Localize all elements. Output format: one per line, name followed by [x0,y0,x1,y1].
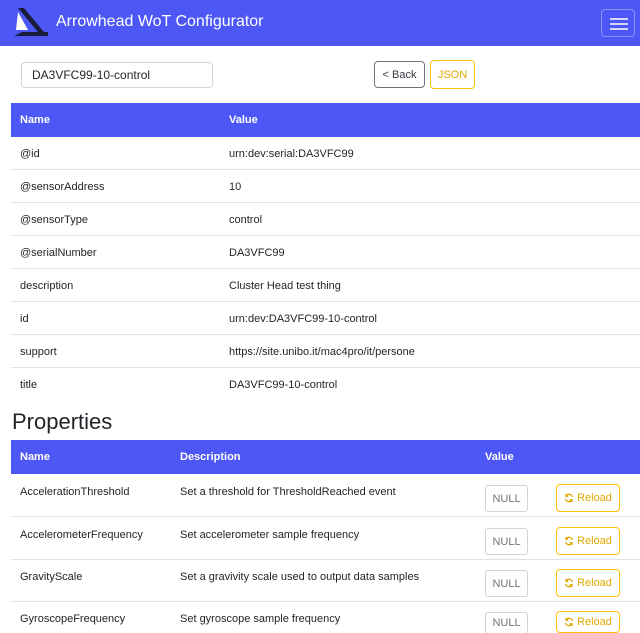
navbar: Arrowhead WoT Configurator [0,0,640,46]
property-row: GravityScale Set a gravivity scale used … [11,559,640,602]
property-row: AccelerometerFrequency Set accelerometer… [11,517,640,560]
header-name: Name [20,451,50,463]
properties-table-header: Name Description Value [11,440,640,474]
header-value: Value [229,114,258,126]
refresh-icon [564,578,574,588]
cell-value: DA3VFC99-10-control [229,379,338,391]
cell-name: @id [20,148,40,160]
reload-button[interactable]: Reload [556,569,620,597]
cell-name: description [20,280,74,292]
cell-value: urn:dev:serial:DA3VFC99 [229,148,354,160]
property-description: Set a threshold for ThresholdReached eve… [180,486,396,498]
property-value-input[interactable] [485,528,528,555]
reload-label: Reload [577,492,612,504]
property-name: GravityScale [20,571,83,583]
reload-button[interactable]: Reload [556,527,620,555]
refresh-icon [564,493,574,503]
property-description: Set a gravivity scale used to output dat… [180,571,420,583]
property-row: GyroscopeFrequency Set gyroscope sample … [11,601,640,633]
cell-value: urn:dev:DA3VFC99-10-control [229,313,377,325]
table-row: @sensorType control [11,203,640,236]
table-row: id urn:dev:DA3VFC99-10-control [11,302,640,335]
table-row: description Cluster Head test thing [11,269,640,302]
reload-label: Reload [577,535,612,547]
reload-label: Reload [577,616,612,628]
header-name: Name [20,114,50,126]
property-description: Set gyroscope sample frequency [180,613,341,625]
property-name: GyroscopeFrequency [20,613,126,625]
cell-name: @sensorType [20,214,89,226]
refresh-icon [564,536,574,546]
back-button[interactable]: < Back [374,61,425,88]
cell-value: DA3VFC99 [229,247,285,259]
arrowhead-logo-icon[interactable] [14,8,48,38]
cell-value: 10 [229,181,242,193]
cell-name: title [20,379,38,391]
property-value-input[interactable] [485,612,528,633]
table-row: title DA3VFC99-10-control [11,368,640,401]
table-row: @id urn:dev:serial:DA3VFC99 [11,137,640,170]
table-row: support https://site.unibo.it/mac4pro/it… [11,335,640,368]
cell-name: support [20,346,57,358]
reload-button[interactable]: Reload [556,484,620,512]
cell-value: Cluster Head test thing [229,280,341,292]
info-table-header: Name Value [11,103,640,137]
hamburger-menu-icon[interactable] [601,9,635,37]
property-name: AccelerationThreshold [20,486,130,498]
refresh-icon [564,617,574,627]
cell-name: @serialNumber [20,247,97,259]
header-description: Description [180,451,241,463]
property-description: Set accelerometer sample frequency [180,529,360,541]
table-row: @sensorAddress 10 [11,170,640,203]
cell-name: @sensorAddress [20,181,105,193]
property-value-input[interactable] [485,570,528,597]
property-name: AccelerometerFrequency [20,529,143,541]
reload-label: Reload [577,577,612,589]
thing-name-field[interactable] [21,62,213,88]
json-button[interactable]: JSON [430,60,475,89]
app-title[interactable]: Arrowhead WoT Configurator [56,13,264,31]
property-row: AccelerationThreshold Set a threshold fo… [11,474,640,517]
table-row: @serialNumber DA3VFC99 [11,236,640,269]
cell-value: control [229,214,263,226]
header-value: Value [485,451,514,463]
property-value-input[interactable] [485,485,528,512]
toolbar: < Back JSON [0,58,640,90]
properties-heading: Properties [12,409,113,434]
cell-name: id [20,313,29,325]
reload-button[interactable]: Reload [556,611,620,633]
cell-value: https://site.unibo.it/mac4pro/it/persone [229,346,415,358]
